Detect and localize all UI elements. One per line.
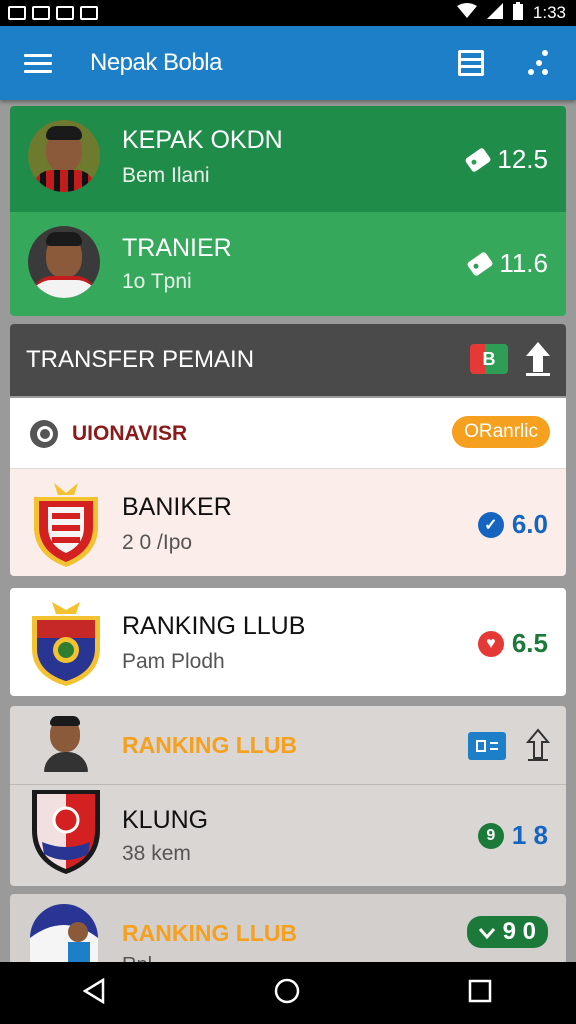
ranking-pill-button[interactable]: ORanrlic <box>452 416 550 448</box>
player-value: 12.5 <box>497 144 548 174</box>
club-crest <box>30 479 100 567</box>
club-value: 6.5 <box>511 628 548 658</box>
club-row[interactable]: RANKING LLUB Pam Plodh ♥ 6.5 <box>10 588 566 696</box>
club-row[interactable]: BANIKER 2 0 /Ipo ✓ 6.0 <box>10 468 566 576</box>
ranking-title: RANKING LLUB <box>122 920 298 946</box>
recents-icon[interactable] <box>467 978 493 1009</box>
notification-icon <box>8 6 26 20</box>
clock: 1:33 <box>532 3 566 22</box>
player-name: TRANIER <box>122 234 232 262</box>
section-title: TRANSFER PEMAIN <box>26 346 255 373</box>
notification-icon <box>80 6 98 20</box>
signal-icon <box>486 2 503 24</box>
list-icon[interactable] <box>468 732 506 760</box>
ranking-subtitle: Rnl... <box>122 954 169 962</box>
search-icon[interactable] <box>30 420 58 448</box>
club-value: 6.0 <box>511 509 548 539</box>
club-name: BANIKER <box>122 493 232 521</box>
player-avatar <box>28 226 100 298</box>
club-crest <box>28 780 100 874</box>
battery-icon <box>512 1 523 25</box>
verified-icon: ✓ <box>477 511 504 538</box>
navigation-bar <box>0 962 576 1024</box>
upload-icon[interactable] <box>525 728 551 767</box>
club-name: RANKING LLUB <box>122 612 306 640</box>
menu-icon[interactable] <box>24 49 52 78</box>
heart-icon: ♥ <box>477 630 504 657</box>
player-subtitle: 1o Tpni <box>122 270 192 293</box>
club-crest <box>28 902 100 962</box>
ranking-group[interactable]: RANKING LLUB KLUNG 38 kem 9 1 8 <box>10 706 566 886</box>
player-subtitle: Bem Ilani <box>122 164 210 187</box>
app-bar: Nepak Bobla <box>0 26 576 100</box>
club-crest <box>30 598 100 686</box>
club-value: 1 8 <box>511 820 548 850</box>
wifi-icon <box>456 2 477 24</box>
player-card[interactable]: TRANIER 1o Tpni 11.6 <box>10 212 566 316</box>
status-badge: 9 <box>477 822 504 849</box>
filter-label: UIONAVISR <box>72 422 188 445</box>
ranking-row[interactable]: RANKING LLUB Rnl... 9 0 <box>10 894 566 962</box>
player-avatar <box>28 120 100 192</box>
notification-icon <box>56 6 74 20</box>
club-subtitle: 38 kem <box>122 842 191 865</box>
status-bar: 1:33 <box>0 0 576 26</box>
player-card[interactable]: KEPAK OKDN Bem Ilani 12.5 <box>10 106 566 212</box>
back-icon[interactable] <box>82 977 107 1009</box>
ranking-title: RANKING LLUB <box>122 732 298 758</box>
club-name: KLUNG <box>122 806 209 834</box>
player-name: KEPAK OKDN <box>122 126 283 154</box>
home-icon[interactable] <box>273 977 301 1010</box>
chevron-down-icon <box>478 918 495 946</box>
notification-icon <box>32 6 50 20</box>
filter-row: UIONAVISR ORanrlic <box>10 398 566 468</box>
price-tag-icon <box>466 250 494 277</box>
value-pill: 9 0 <box>466 916 548 948</box>
app-title: Nepak Bobla <box>90 49 222 76</box>
club-subtitle: Pam Plodh <box>122 650 225 673</box>
player-avatar <box>40 712 92 772</box>
club-subtitle: 2 0 /Ipo <box>122 531 193 554</box>
transfer-icon[interactable]: B <box>470 344 508 374</box>
upload-icon[interactable] <box>526 342 550 381</box>
list-view-icon[interactable] <box>458 50 484 76</box>
player-value: 11.6 <box>499 248 548 278</box>
share-icon[interactable] <box>528 50 550 76</box>
transfer-section-header: TRANSFER PEMAIN B <box>10 324 566 396</box>
price-tag-icon <box>464 146 492 173</box>
